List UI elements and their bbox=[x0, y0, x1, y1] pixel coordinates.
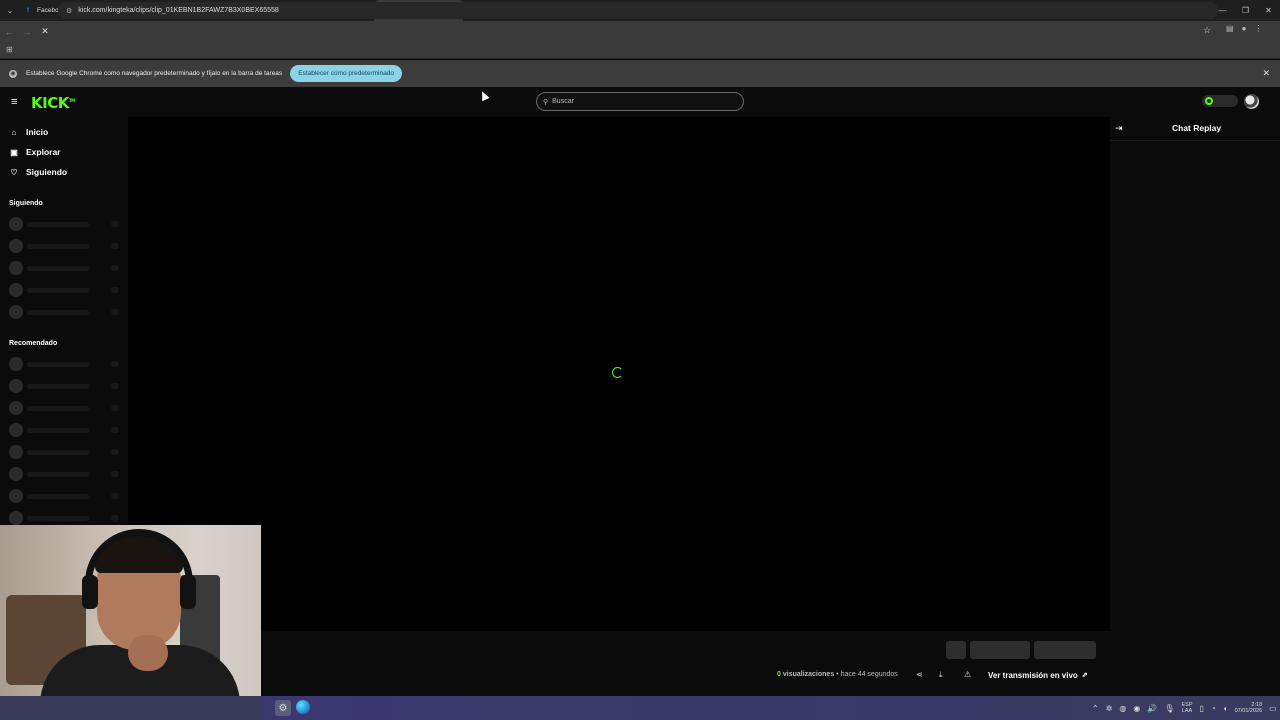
tray-app-icon[interactable]: ✲ bbox=[1106, 704, 1113, 713]
edge-app-icon[interactable] bbox=[296, 700, 310, 714]
views-label: visualizaciones bbox=[782, 671, 835, 678]
sidebar-item-label: Explorar bbox=[26, 147, 61, 157]
skeleton-channel-row bbox=[9, 489, 121, 503]
compass-icon: ▣ bbox=[10, 147, 18, 157]
system-tray: ⌃ ✲ ◍ ◉ 🔊 🎙 ESP LAA ▯ ◔ ◖ 2:18 07/01/2026 … bbox=[1092, 696, 1277, 720]
tray-volume-icon[interactable]: 🔊 bbox=[1147, 704, 1157, 713]
skeleton-button bbox=[970, 641, 1030, 659]
chrome-menu-icon[interactable]: ⋮ bbox=[1254, 24, 1262, 33]
tray-volume-level-icon[interactable]: ◖ bbox=[1223, 704, 1228, 713]
apps-grid-icon[interactable]: ⊞ bbox=[6, 45, 13, 54]
chat-panel: ⇥ Chat Replay bbox=[1110, 117, 1280, 631]
sidebar-item-label: Siguiendo bbox=[26, 167, 68, 177]
site-info-icon[interactable]: ⚙ bbox=[66, 7, 72, 15]
default-browser-infobar: ◉ Establece Google Chrome como navegador… bbox=[0, 60, 1280, 87]
report-icon[interactable]: ⚠ bbox=[964, 670, 971, 679]
set-default-button[interactable]: Establecer como predeterminado bbox=[290, 65, 402, 82]
tray-battery-icon[interactable]: ▯ bbox=[1200, 704, 1204, 713]
collapse-chat-icon[interactable]: ⇥ bbox=[1115, 123, 1123, 134]
skeleton-channel-row bbox=[9, 423, 121, 437]
home-icon: ⌂ bbox=[11, 127, 17, 137]
bookmark-star-icon[interactable]: ☆ bbox=[1203, 25, 1211, 36]
sidebar-item-explorar[interactable]: ▣ Explorar bbox=[9, 147, 61, 157]
back-icon[interactable]: ← bbox=[0, 21, 18, 42]
toggle-knob-icon bbox=[1205, 97, 1213, 105]
skeleton-channel-row bbox=[9, 305, 121, 319]
skeleton-channel-row bbox=[9, 467, 121, 481]
skeleton-channel-row bbox=[9, 357, 121, 371]
skeleton-channel-row bbox=[9, 217, 121, 231]
skeleton-channel-row bbox=[9, 261, 121, 275]
language-indicator[interactable]: ESP LAA bbox=[1182, 702, 1193, 714]
tray-wifi-icon[interactable]: ◉ bbox=[1133, 704, 1140, 713]
live-toggle[interactable] bbox=[1202, 95, 1238, 107]
url-text: kick.com/kingteka/clips/clip_01KEBN1B2FA… bbox=[78, 7, 279, 14]
window-controls: — ❐ ✕ bbox=[1211, 0, 1280, 21]
extensions-area: ▤ ● ⋮ bbox=[1226, 24, 1262, 33]
skeleton-button bbox=[946, 641, 966, 659]
clock[interactable]: 2:18 07/01/2026 bbox=[1235, 702, 1263, 715]
chat-header: ⇥ Chat Replay bbox=[1110, 117, 1280, 141]
webcam-overlay bbox=[0, 525, 261, 696]
sidebar-item-label: Inicio bbox=[26, 127, 49, 137]
skeleton-channel-row bbox=[9, 445, 121, 459]
sidebar-item-siguiendo[interactable]: ♡ Siguiendo bbox=[9, 167, 67, 177]
clip-info-strip: 0 visualizaciones • hace 44 segundos ⋖ ⤓… bbox=[128, 631, 1280, 696]
tray-chevron-icon[interactable]: ⌃ bbox=[1092, 704, 1099, 713]
tray-mic-icon[interactable]: 🎙 bbox=[1164, 704, 1174, 713]
skeleton-channel-row bbox=[9, 511, 121, 525]
tray-network-icon[interactable]: ◍ bbox=[1119, 704, 1126, 713]
kick-header: ≡ KICKTM ⚲ bbox=[0, 87, 1280, 117]
clip-stats: 0 visualizaciones • hace 44 segundos bbox=[777, 671, 898, 678]
user-avatar[interactable] bbox=[1244, 94, 1259, 109]
time-ago: • hace 44 segundos bbox=[836, 671, 898, 678]
views-count: 0 bbox=[777, 671, 781, 678]
infobar-close-icon[interactable]: ✕ bbox=[1262, 68, 1270, 79]
search-box[interactable]: ⚲ bbox=[536, 92, 744, 111]
download-icon[interactable]: ⤓ bbox=[939, 670, 943, 680]
profile-icon[interactable]: ● bbox=[1242, 24, 1247, 33]
tray-wifi-signal-icon[interactable]: ◔ bbox=[1211, 704, 1216, 713]
extensions-icon[interactable]: ▤ bbox=[1226, 24, 1234, 33]
tab-search-icon[interactable]: ⌄ bbox=[0, 0, 20, 21]
sidebar: ⌂ Inicio ▣ Explorar ♡ Siguiendo Siguiendo Rec… bbox=[0, 117, 128, 525]
notifications-icon[interactable]: ▭ bbox=[1269, 704, 1277, 713]
search-input[interactable] bbox=[552, 98, 733, 105]
watch-live-label: Ver transmisión en vivo bbox=[988, 670, 1078, 680]
stop-loading-icon[interactable]: ✕ bbox=[36, 21, 54, 42]
search-icon: ⚲ bbox=[543, 98, 549, 106]
heart-icon: ♡ bbox=[10, 167, 18, 177]
skeleton-channel-row bbox=[9, 379, 121, 393]
restore-icon[interactable]: ❐ bbox=[1234, 0, 1257, 21]
hamburger-menu-icon[interactable]: ≡ bbox=[11, 96, 17, 108]
windows-taskbar: ⚙ ⌃ ✲ ◍ ◉ 🔊 🎙 ESP LAA ▯ ◔ ◖ 2:18 07/01/202… bbox=[0, 696, 1280, 720]
skeleton-channel-row bbox=[9, 401, 121, 415]
settings-app-icon[interactable]: ⚙ bbox=[275, 700, 291, 716]
facebook-icon: f bbox=[27, 7, 29, 14]
address-bar[interactable]: ⚙ kick.com/kingteka/clips/clip_01KEBN1B2… bbox=[58, 2, 1218, 19]
forward-icon[interactable]: → bbox=[18, 21, 36, 42]
chrome-logo-icon: ◉ bbox=[9, 69, 17, 78]
watch-live-button[interactable]: Ver transmisión en vivo ⇗ bbox=[984, 666, 1092, 684]
infobar-message: Establece Google Chrome como navegador p… bbox=[26, 70, 283, 77]
bookmarks-bar: ⊞ bbox=[0, 42, 1280, 59]
skeleton-channel-row bbox=[9, 239, 121, 253]
loading-spinner-icon bbox=[612, 367, 623, 378]
close-window-icon[interactable]: ✕ bbox=[1257, 0, 1280, 21]
skeleton-button bbox=[1034, 641, 1096, 659]
skeleton-channel-row bbox=[9, 283, 121, 297]
chat-title: Chat Replay bbox=[1172, 123, 1222, 133]
share-icon[interactable]: ⋖ bbox=[916, 670, 923, 679]
browser-toolbar: ← → ✕ bbox=[0, 21, 1280, 42]
recommended-section-title: Recomendado bbox=[9, 340, 58, 347]
kick-logo[interactable]: KICKTM bbox=[31, 94, 75, 112]
external-link-icon: ⇗ bbox=[1081, 672, 1088, 679]
following-section-title: Siguiendo bbox=[9, 200, 43, 207]
sidebar-item-inicio[interactable]: ⌂ Inicio bbox=[9, 127, 49, 137]
